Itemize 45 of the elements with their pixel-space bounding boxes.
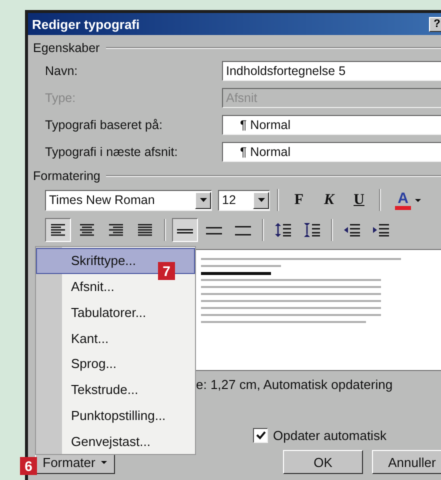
italic-button[interactable]: K (316, 188, 342, 212)
group-label: Formatering (33, 169, 100, 183)
field-label: Typografi baseret på: (45, 118, 164, 132)
ok-button[interactable]: OK (283, 450, 363, 474)
justify-align-icon (138, 224, 152, 236)
menu-item[interactable]: Kant... (36, 325, 195, 351)
window-title: Rediger typografi (32, 16, 140, 32)
cancel-button[interactable]: Annuller (372, 450, 441, 474)
name-field[interactable]: Indholdsfortegnelse 5 (222, 60, 441, 80)
caret-icon (101, 460, 108, 464)
line-spacing-icon (206, 224, 222, 236)
field-label: Navn: (45, 64, 79, 78)
indent-icon (373, 223, 389, 237)
font-color-button[interactable]: A (388, 188, 428, 212)
underline-button[interactable]: U (346, 188, 372, 212)
menu-item[interactable]: Sprog... (36, 351, 195, 377)
center-align-icon (80, 224, 94, 236)
callout-badge: 7 (158, 262, 175, 280)
field-label: Typografi i næste afsnit: (45, 144, 179, 158)
callout-badge: 6 (20, 457, 37, 475)
group-label: Egenskaber (33, 41, 100, 55)
paragraph-spacing-icon (275, 223, 291, 237)
checkbox-label: Opdater automatisk (273, 428, 386, 442)
align-button[interactable] (45, 218, 71, 242)
paragraph-spacing-icon (304, 223, 320, 237)
caret-icon (258, 198, 264, 202)
line-spacing-icon (235, 224, 251, 236)
caret-icon (415, 198, 421, 202)
menu-item[interactable]: Tekstrude... (36, 376, 195, 402)
help-button[interactable]: ? (429, 16, 441, 32)
menu-item[interactable]: Tabulatorer... (36, 300, 195, 326)
style-dropdown[interactable]: ¶ Normal (222, 114, 441, 134)
indent-icon (344, 223, 360, 237)
bold-button[interactable]: F (286, 188, 312, 212)
line-spacing-button[interactable] (172, 218, 198, 242)
caret-icon (200, 198, 206, 202)
menu-item[interactable]: Punktopstilling... (36, 402, 195, 428)
font-dropdown[interactable]: Times New Roman (45, 190, 212, 210)
checkbox[interactable] (253, 428, 268, 442)
style-dropdown[interactable]: ¶ Normal (222, 142, 441, 162)
right-align-icon (109, 224, 123, 236)
style-description: e: 1,27 cm, Automatisk opdatering (196, 376, 393, 392)
left-align-icon (51, 224, 65, 236)
checkmark-icon (256, 430, 266, 440)
size-dropdown[interactable]: 12 (218, 190, 270, 210)
